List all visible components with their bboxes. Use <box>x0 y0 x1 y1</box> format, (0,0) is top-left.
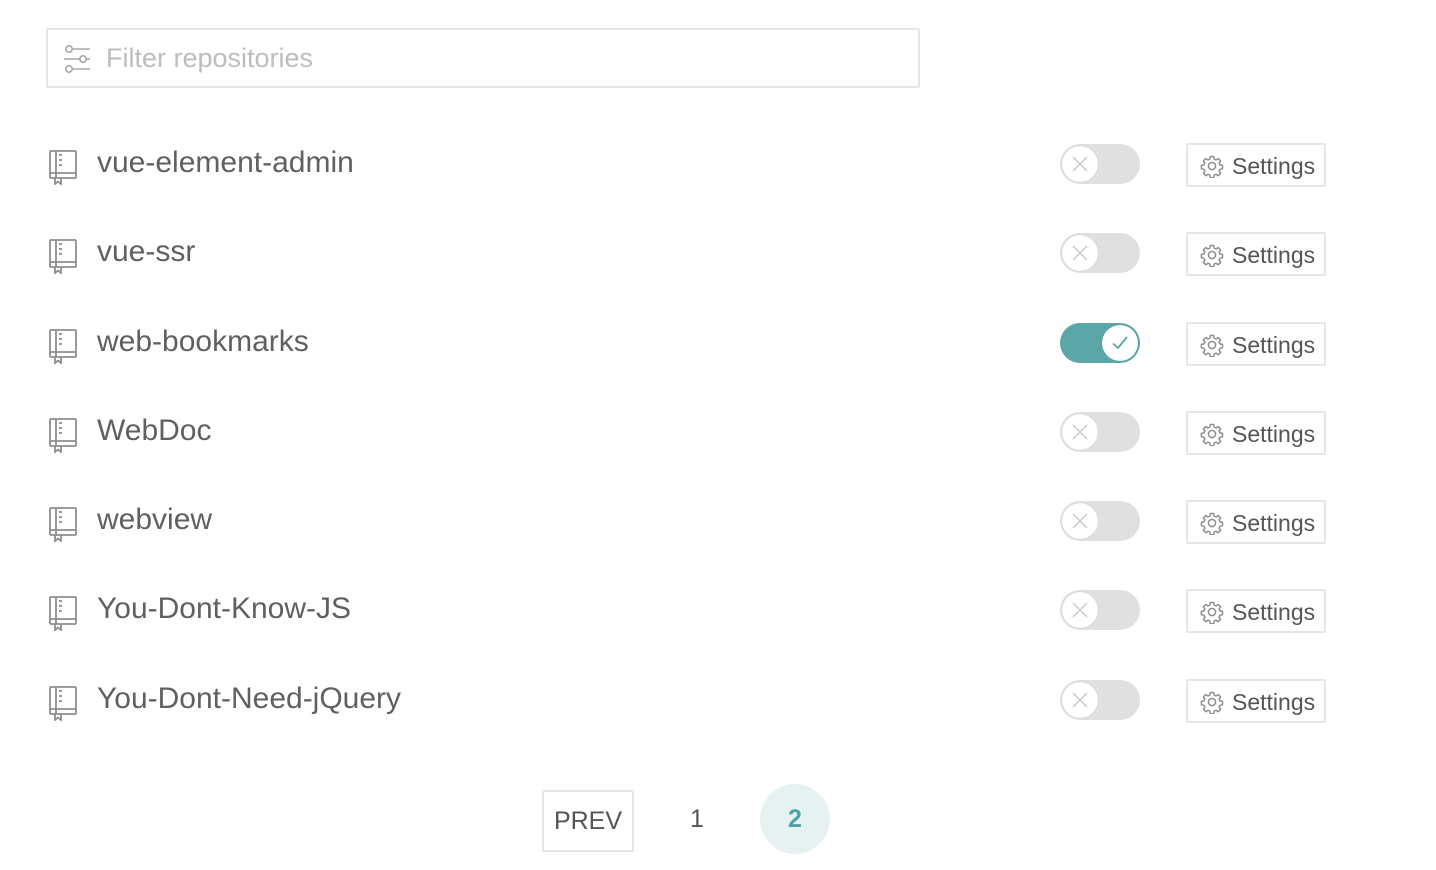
gear-icon <box>1200 691 1224 714</box>
page-1-button[interactable]: 1 <box>662 784 732 854</box>
repository-name[interactable]: web-bookmarks <box>97 322 309 362</box>
close-icon <box>1072 245 1088 261</box>
toggle-knob <box>1062 503 1098 540</box>
repository-name[interactable]: vue-element-admin <box>97 143 354 183</box>
repository-toggle-off[interactable] <box>1060 144 1140 184</box>
settings-button-label: Settings <box>1232 153 1316 179</box>
repository-toggle-off[interactable] <box>1060 679 1140 720</box>
settings-button[interactable]: Settings <box>1186 321 1326 366</box>
toggle-knob <box>1102 324 1138 361</box>
pagination: PREV 1 2 <box>0 784 1436 854</box>
repository-row: You-Dont-Need-jQuery Settings <box>0 655 1436 744</box>
page-2-button[interactable]: 2 <box>760 784 830 854</box>
settings-button-label: Settings <box>1232 420 1316 447</box>
toggle-knob <box>1062 413 1098 450</box>
repository-row: WebDoc Settings <box>0 387 1436 476</box>
close-icon <box>1072 156 1088 172</box>
toggle-knob <box>1062 592 1098 629</box>
toggle-knob <box>1062 235 1098 272</box>
settings-button[interactable]: Settings <box>1186 500 1326 545</box>
repo-book-icon <box>49 685 77 721</box>
repo-book-icon <box>49 596 77 632</box>
repository-row: You-Dont-Know-JS Settings <box>0 565 1436 654</box>
gear-icon <box>1200 423 1224 446</box>
repository-name[interactable]: vue-ssr <box>97 232 195 272</box>
close-icon <box>1072 692 1088 708</box>
repository-row: webview Settings <box>0 476 1436 565</box>
settings-button-label: Settings <box>1232 688 1316 715</box>
repository-toggle-off[interactable] <box>1060 590 1140 631</box>
settings-button[interactable]: Settings <box>1186 143 1326 187</box>
repository-toggle-off[interactable] <box>1060 411 1140 452</box>
settings-button[interactable]: Settings <box>1186 232 1326 277</box>
close-icon <box>1072 513 1088 529</box>
toggle-knob <box>1062 681 1098 718</box>
toggle-knob <box>1062 146 1098 182</box>
gear-icon <box>1200 512 1224 536</box>
settings-button[interactable]: Settings <box>1186 589 1326 634</box>
repository-name[interactable]: WebDoc <box>97 411 212 451</box>
repository-row: vue-element-admin Settings <box>0 119 1436 208</box>
repository-name[interactable]: webview <box>97 500 212 540</box>
filter-repositories-input[interactable] <box>106 30 906 86</box>
gear-icon <box>1200 155 1224 178</box>
gear-icon <box>1200 334 1224 357</box>
gear-icon <box>1200 245 1224 268</box>
settings-button[interactable]: Settings <box>1186 410 1326 455</box>
repository-row: vue-ssr Settings <box>0 208 1436 297</box>
repository-toggle-on[interactable] <box>1060 322 1140 363</box>
repository-name[interactable]: You-Dont-Need-jQuery <box>97 679 401 719</box>
settings-button-label: Settings <box>1232 510 1316 537</box>
repo-book-icon <box>49 507 77 543</box>
settings-button-label: Settings <box>1232 599 1316 626</box>
gear-icon <box>1200 602 1224 625</box>
repository-name[interactable]: You-Dont-Know-JS <box>97 589 351 629</box>
repo-book-icon <box>49 417 77 453</box>
repository-toggle-off[interactable] <box>1060 233 1140 274</box>
repository-row: web-bookmarks Settings <box>0 298 1436 387</box>
check-icon <box>1112 336 1128 349</box>
sliders-icon <box>64 44 90 73</box>
settings-button-label: Settings <box>1232 331 1316 358</box>
close-icon <box>1072 602 1088 619</box>
filter-box <box>46 28 920 88</box>
close-icon <box>1072 424 1088 440</box>
repository-toggle-off[interactable] <box>1060 501 1140 542</box>
repo-book-icon <box>49 239 77 275</box>
settings-button[interactable]: Settings <box>1186 678 1326 723</box>
repo-book-icon <box>49 150 77 185</box>
repo-book-icon <box>49 328 77 364</box>
settings-button-label: Settings <box>1232 242 1316 269</box>
repository-list: vue-element-admin Settings vue-ssr Setti… <box>0 119 1436 744</box>
prev-page-button[interactable]: PREV <box>542 790 634 852</box>
